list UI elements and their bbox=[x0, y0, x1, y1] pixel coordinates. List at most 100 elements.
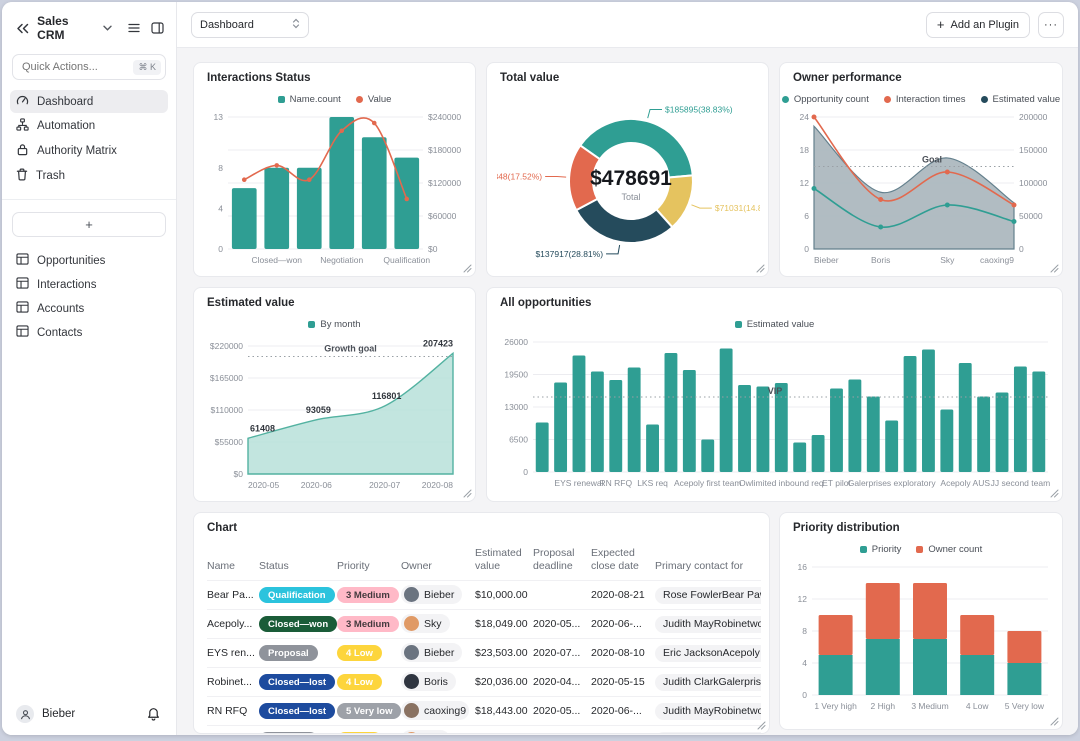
app-window: Sales CRM ⌘ K Dashboard Automation bbox=[2, 2, 1078, 735]
cell-name: Bear Pa... bbox=[207, 581, 259, 610]
resize-handle-icon[interactable] bbox=[757, 721, 766, 730]
svg-text:Bieber: Bieber bbox=[814, 255, 839, 265]
panel-interactions-status: Interactions Status Name.count Value $24000… bbox=[193, 62, 476, 277]
sidebar-item-authority-matrix[interactable]: Authority Matrix bbox=[10, 139, 168, 163]
chart-legend: By month bbox=[194, 319, 475, 330]
priority-badge: 5 Very low bbox=[337, 703, 401, 719]
chevron-down-icon[interactable] bbox=[102, 19, 113, 37]
sidebar-item-opportunities[interactable]: Opportunities bbox=[10, 249, 168, 272]
svg-text:26000: 26000 bbox=[504, 337, 528, 347]
sidebar-tables: Opportunities Interactions Accounts Cont… bbox=[2, 247, 176, 693]
cell-owner: Boris bbox=[401, 668, 475, 697]
legend-label: Value bbox=[368, 94, 392, 105]
user-row[interactable]: Bieber bbox=[2, 693, 176, 735]
resize-handle-icon[interactable] bbox=[463, 489, 472, 498]
svg-text:caoxing9: caoxing9 bbox=[980, 255, 1014, 265]
cell-owner: Bieber bbox=[401, 581, 475, 610]
cell-expected-close-date: 2020-06-... bbox=[591, 697, 655, 726]
workspace-title[interactable]: Sales CRM bbox=[37, 14, 96, 42]
all-opportunities-chart: 26000195001300065000VIPEYS renewalRN RFQ… bbox=[497, 332, 1054, 492]
svg-text:$478691: $478691 bbox=[590, 167, 672, 190]
chart-legend: Opportunity count Interaction times Estima… bbox=[780, 94, 1062, 105]
interactions-status-chart: $240000$180000$120000$60000$013840Closed… bbox=[204, 107, 467, 267]
svg-text:19500: 19500 bbox=[504, 370, 528, 380]
legend-item[interactable]: Opportunity count bbox=[782, 94, 869, 105]
cell-owner: caoxing9 bbox=[401, 697, 475, 726]
table-row: Robinet...Closed—lost4 LowBoris$20,036.0… bbox=[207, 668, 761, 697]
panel-title: Priority distribution bbox=[793, 522, 900, 534]
cell-owner: Bieber bbox=[401, 639, 475, 668]
resize-handle-icon[interactable] bbox=[756, 264, 765, 273]
svg-text:16: 16 bbox=[798, 562, 808, 572]
legend-item[interactable]: Estimated value bbox=[981, 94, 1061, 105]
resize-handle-icon[interactable] bbox=[463, 264, 472, 273]
legend-item[interactable]: Owner count bbox=[916, 544, 982, 555]
view-selector[interactable]: Dashboard bbox=[191, 12, 309, 38]
cell-proposal-deadline: 2020-07... bbox=[533, 639, 591, 668]
legend-item[interactable]: Value bbox=[356, 94, 392, 105]
svg-text:$71031(14.84%): $71031(14.84%) bbox=[715, 203, 760, 213]
sidebar-item-automation[interactable]: Automation bbox=[10, 114, 168, 138]
priority-badge: 4 Low bbox=[337, 674, 382, 690]
svg-text:61408: 61408 bbox=[250, 423, 275, 433]
panel-title: Interactions Status bbox=[207, 72, 311, 84]
sidebar-item-trash[interactable]: Trash bbox=[10, 164, 168, 188]
column-header: Status bbox=[259, 541, 337, 581]
svg-text:$220000: $220000 bbox=[210, 341, 243, 351]
svg-text:2020-06: 2020-06 bbox=[301, 480, 332, 490]
resize-handle-icon[interactable] bbox=[1050, 717, 1059, 726]
svg-text:$180000: $180000 bbox=[428, 145, 461, 155]
add-table-button[interactable]: + bbox=[12, 212, 166, 237]
sidebar-item-contacts[interactable]: Contacts bbox=[10, 321, 168, 344]
sidebar-item-dashboard[interactable]: Dashboard bbox=[10, 90, 168, 113]
add-plugin-button[interactable]: + Add an Plugin bbox=[926, 12, 1030, 38]
svg-text:18: 18 bbox=[800, 145, 810, 155]
legend-item[interactable]: Estimated value bbox=[735, 319, 815, 330]
cell-name: RN RFQ bbox=[207, 697, 259, 726]
topbar: Dashboard + Add an Plugin ··· bbox=[177, 2, 1078, 48]
svg-text:0: 0 bbox=[523, 467, 528, 477]
legend-item[interactable]: Priority bbox=[860, 544, 902, 555]
status-badge: Closed—lost bbox=[259, 674, 335, 690]
panel-priority-distribution: Priority distribution Priority Owner count… bbox=[779, 512, 1063, 730]
table-icon bbox=[16, 325, 29, 340]
legend-marker bbox=[356, 96, 363, 103]
svg-text:50000: 50000 bbox=[1019, 211, 1043, 221]
owner-chip: caoxing9 bbox=[401, 701, 469, 720]
quick-actions-input[interactable] bbox=[22, 61, 133, 73]
bell-icon[interactable] bbox=[144, 705, 162, 723]
menu-icon[interactable] bbox=[126, 19, 143, 37]
table-row: EYS ren...Proposal4 LowBieber$23,503.002… bbox=[207, 639, 761, 668]
user-avatar bbox=[16, 705, 34, 723]
status-badge: Qualification bbox=[259, 587, 335, 603]
table-widget: NameStatusPriorityOwnerEstimated valuePr… bbox=[207, 541, 761, 733]
collapse-sidebar-icon[interactable] bbox=[14, 19, 31, 37]
contact-chip: Eric JacksonAcepoly bbox=[655, 645, 761, 662]
lock-icon bbox=[16, 143, 29, 159]
cell-proposal-deadline bbox=[533, 581, 591, 610]
table-row: RN RFQClosed—lost5 Very lowcaoxing9$18,4… bbox=[207, 697, 761, 726]
sidebar-item-interactions[interactable]: Interactions bbox=[10, 273, 168, 296]
user-name: Bieber bbox=[42, 708, 75, 720]
resize-handle-icon[interactable] bbox=[1050, 489, 1059, 498]
sidebar-item-label: Authority Matrix bbox=[37, 145, 117, 157]
more-options-button[interactable]: ··· bbox=[1038, 12, 1064, 38]
resize-handle-icon[interactable] bbox=[1050, 264, 1059, 273]
legend-item[interactable]: By month bbox=[308, 319, 360, 330]
legend-label: Estimated value bbox=[747, 319, 815, 330]
main-area: Dashboard + Add an Plugin ··· Interactio… bbox=[177, 2, 1078, 735]
quick-actions-search[interactable]: ⌘ K bbox=[12, 54, 166, 80]
panel-title: Estimated value bbox=[207, 297, 295, 309]
legend-item[interactable]: Name.count bbox=[278, 94, 341, 105]
legend-item[interactable]: Interaction times bbox=[884, 94, 966, 105]
svg-text:4: 4 bbox=[802, 658, 807, 668]
cell-status: Closed—won bbox=[259, 610, 337, 639]
legend-label: Owner count bbox=[928, 544, 982, 555]
toggle-panel-icon[interactable] bbox=[149, 19, 166, 37]
cell-primary-contact: Judith MayRobinetworks bbox=[655, 610, 761, 639]
chart-legend: Priority Owner count bbox=[780, 544, 1062, 555]
contact-chip: Judith ClarkGalerprises bbox=[655, 674, 761, 691]
cell-estimated-value: $20,999.00 bbox=[475, 726, 533, 733]
sidebar-item-accounts[interactable]: Accounts bbox=[10, 297, 168, 320]
avatar bbox=[404, 587, 419, 602]
